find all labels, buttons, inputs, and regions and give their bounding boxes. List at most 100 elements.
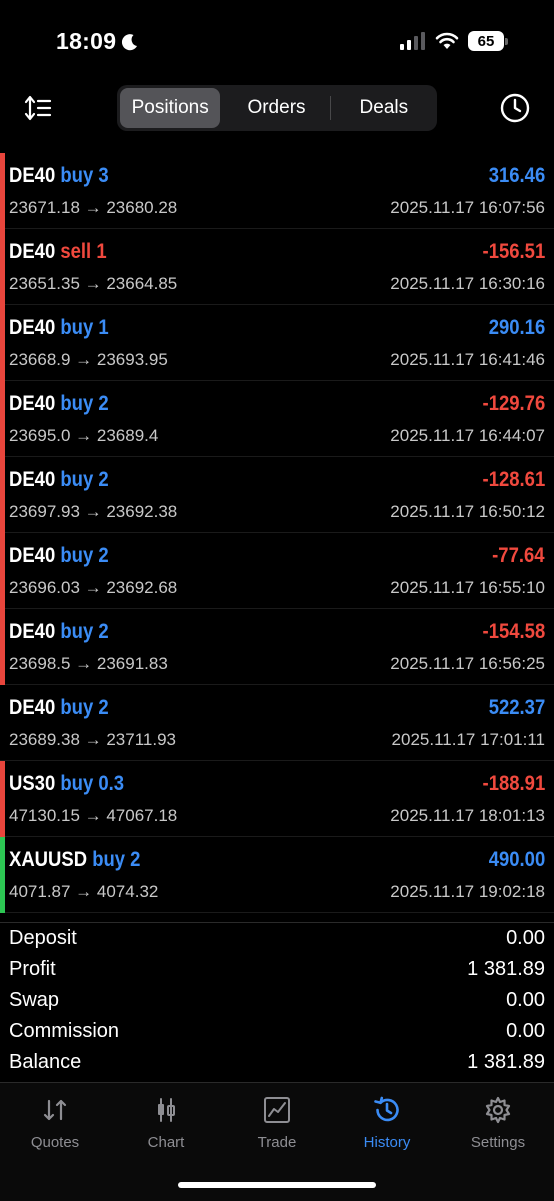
summary-value: 0.00 (506, 927, 545, 949)
position-row[interactable]: DE40 buy 3 23671.18 → 23680.28 316.46 2025.… (0, 153, 554, 229)
position-symbol: DE40 (9, 164, 56, 187)
position-marker (0, 685, 5, 761)
position-marker (0, 761, 5, 837)
position-prices: 23689.38 → 23711.93 (9, 730, 176, 749)
position-time: 2025.11.17 17:01:11 (391, 730, 545, 749)
position-symbol-line: DE40 buy 2 (9, 392, 109, 416)
position-side: sell 1 (60, 240, 107, 263)
segment-divider (329, 96, 331, 120)
position-profit: -128.61 (482, 468, 545, 491)
position-symbol: DE40 (9, 620, 56, 643)
tabbar-chart[interactable]: Chart (111, 1095, 221, 1151)
position-symbol: DE40 (9, 544, 56, 567)
position-side: buy 1 (60, 316, 109, 339)
position-row[interactable]: DE40 buy 1 23668.9 → 23693.95 290.16 2025.1… (0, 305, 554, 381)
tabbar-settings[interactable]: Settings (443, 1095, 553, 1151)
position-symbol-line: DE40 sell 1 (9, 240, 107, 264)
tab-deals[interactable]: Deals (334, 88, 434, 128)
summary-row: Balance 1 381.89 (0, 1048, 554, 1079)
summary-label: Swap (9, 989, 60, 1011)
status-time: 18:09 (56, 28, 117, 54)
moon-icon (122, 33, 138, 50)
position-row[interactable]: DE40 buy 2 23697.93 → 23692.38 -128.61 2025… (0, 457, 554, 533)
position-symbol-line: DE40 buy 2 (9, 620, 109, 644)
tabbar-trade-label: Trade (257, 1134, 297, 1151)
summary-label: Commission (9, 1020, 120, 1042)
position-time: 2025.11.17 18:01:13 (390, 806, 545, 825)
status-time-group: 18:09 (56, 28, 140, 55)
position-row[interactable]: XAUUSD buy 2 4071.87 → 4074.32 490.00 2025.… (0, 837, 554, 913)
summary-value: 0.00 (506, 989, 545, 1011)
summary-label: Profit (9, 958, 56, 980)
position-row[interactable]: DE40 buy 2 23698.5 → 23691.83 -154.58 2025.… (0, 609, 554, 685)
position-symbol-line: DE40 buy 3 (9, 164, 109, 188)
position-side: buy 0.3 (60, 772, 125, 795)
position-profit: -77.64 (492, 544, 545, 567)
position-profit: -156.51 (482, 240, 545, 263)
position-row[interactable]: DE40 sell 1 23651.35 → 23664.85 -156.51 202… (0, 229, 554, 305)
position-time: 2025.11.17 19:02:18 (390, 882, 545, 901)
position-side: buy 2 (60, 696, 109, 719)
summary-row: Commission 0.00 (0, 1017, 554, 1048)
position-symbol: DE40 (9, 392, 56, 415)
position-symbol: DE40 (9, 696, 56, 719)
tab-positions[interactable]: Positions (120, 88, 221, 128)
position-profit: 522.37 (488, 696, 545, 719)
summary-row: Deposit 0.00 (0, 924, 554, 955)
tabbar-chart-label: Chart (147, 1134, 185, 1151)
history-icon (374, 1096, 399, 1122)
summary-label: Deposit (9, 927, 77, 949)
position-row[interactable]: DE40 buy 2 23695.0 → 23689.4 -129.76 2025.1… (0, 381, 554, 457)
position-side: buy 2 (60, 620, 109, 643)
position-time: 2025.11.17 16:56:25 (390, 654, 545, 673)
summary-label: Balance (9, 1051, 82, 1073)
position-time: 2025.11.17 16:44:07 (390, 426, 545, 445)
position-marker (0, 837, 5, 913)
positions-list: DE40 buy 3 23671.18 → 23680.28 316.46 2025.… (0, 153, 554, 913)
history-clock-icon[interactable] (498, 91, 532, 125)
position-row[interactable]: DE40 buy 2 23689.38 → 23711.93 522.37 2025.… (0, 685, 554, 761)
position-prices: 23671.18 → 23680.28 (9, 198, 178, 217)
position-symbol-line: XAUUSD buy 2 (9, 848, 140, 872)
position-time: 2025.11.17 16:07:56 (390, 198, 545, 217)
tabbar-settings-label: Settings (470, 1134, 526, 1151)
tabbar-quotes-label: Quotes (30, 1134, 80, 1151)
position-marker (0, 229, 5, 305)
summary-panel: Deposit 0.00 Profit 1 381.89 Swap 0.00 Commiss… (0, 922, 554, 1079)
tabbar-history-label: History (363, 1134, 411, 1151)
position-marker (0, 609, 5, 685)
settings-gear-icon (485, 1096, 511, 1124)
position-symbol-line: DE40 buy 2 (9, 544, 109, 568)
position-row[interactable]: DE40 buy 2 23696.03 → 23692.68 -77.64 2025.… (0, 533, 554, 609)
summary-row: Swap 0.00 (0, 986, 554, 1017)
position-symbol-line: US30 buy 0.3 (9, 772, 124, 796)
position-time: 2025.11.17 16:41:46 (390, 350, 545, 369)
position-prices: 23697.93 → 23692.38 (9, 502, 178, 521)
position-symbol: XAUUSD (9, 848, 88, 871)
trade-icon (264, 1097, 290, 1123)
position-symbol: DE40 (9, 468, 56, 491)
position-profit: 490.00 (488, 848, 545, 871)
position-symbol: US30 (9, 772, 56, 795)
position-profit: -154.58 (482, 620, 545, 643)
position-prices: 23695.0 → 23689.4 (9, 426, 159, 445)
position-row[interactable]: US30 buy 0.3 47130.15 → 47067.18 -188.91 20… (0, 761, 554, 837)
position-prices: 47130.15 → 47067.18 (9, 806, 178, 825)
tab-orders[interactable]: Orders (226, 88, 326, 128)
position-time: 2025.11.17 16:55:10 (390, 578, 545, 597)
position-profit: 290.16 (488, 316, 545, 339)
position-side: buy 2 (60, 544, 109, 567)
position-symbol: DE40 (9, 316, 56, 339)
position-symbol-line: DE40 buy 1 (9, 316, 109, 340)
position-marker (0, 533, 5, 609)
summary-value: 0.00 (506, 1020, 545, 1042)
position-marker (0, 381, 5, 457)
position-time: 2025.11.17 16:30:16 (390, 274, 545, 293)
position-side: buy 2 (92, 848, 141, 871)
tabbar-quotes[interactable]: Quotes (0, 1095, 110, 1151)
tabbar-history[interactable]: History (332, 1095, 442, 1151)
tabbar-trade[interactable]: Trade (222, 1095, 332, 1151)
status-indicators: 65 (400, 31, 508, 51)
position-marker (0, 305, 5, 381)
sort-icon[interactable] (22, 92, 54, 124)
